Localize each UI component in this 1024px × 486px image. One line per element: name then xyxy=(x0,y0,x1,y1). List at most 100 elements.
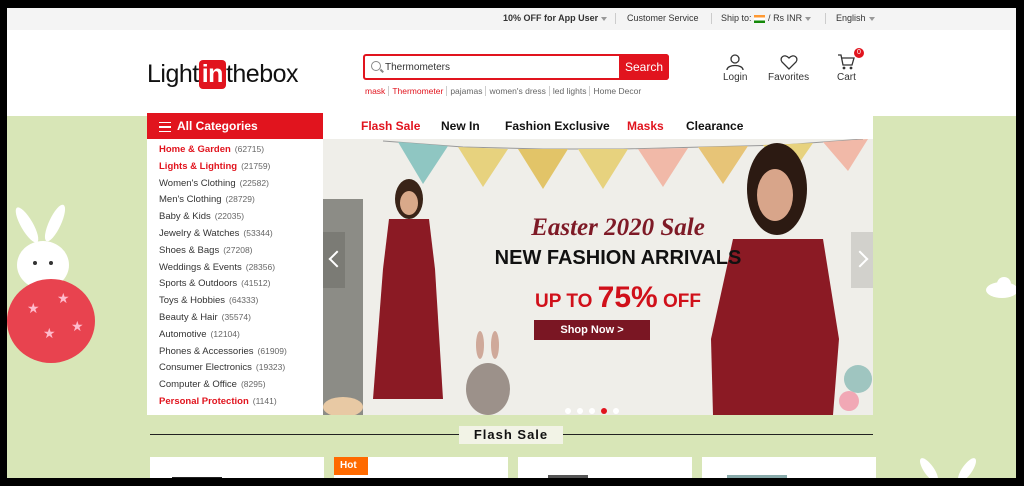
language-label: English xyxy=(836,13,866,23)
customer-service-link[interactable]: Customer Service xyxy=(627,13,699,23)
carousel-dot[interactable] xyxy=(613,408,619,414)
currency-label: Rs INR xyxy=(773,13,803,23)
all-categories-button[interactable]: All Categories xyxy=(147,113,323,139)
product-card[interactable]: Hot xyxy=(334,457,508,478)
logo-text-light: Light xyxy=(147,60,199,88)
divider xyxy=(711,13,712,24)
site-header: Lightinthebox Search maskThermometerpaja… xyxy=(7,30,1016,116)
category-item[interactable]: Phones & Accessories (61909) xyxy=(159,346,287,357)
ship-to-label: Ship to: xyxy=(721,13,752,23)
category-item[interactable]: Toys & Hobbies (64333) xyxy=(159,295,258,306)
product-card[interactable] xyxy=(702,457,876,478)
category-count: (62715) xyxy=(234,144,265,154)
category-count: (22035) xyxy=(214,211,245,222)
nav-flash-sale[interactable]: Flash Sale xyxy=(361,119,420,133)
nav-masks[interactable]: Masks xyxy=(627,119,664,133)
language-selector[interactable]: English xyxy=(836,13,875,23)
hot-search-link[interactable]: Thermometer xyxy=(389,86,448,96)
app-promo-text: 10% OFF for App User xyxy=(503,13,599,23)
category-label: Computer & Office xyxy=(159,379,237,391)
category-item[interactable]: Consumer Electronics (19323) xyxy=(159,362,285,373)
category-label: Women's Clothing xyxy=(159,177,236,189)
app-promo-link[interactable]: 10% OFF for App User xyxy=(503,13,608,23)
category-item[interactable]: Weddings & Events (28356) xyxy=(159,262,275,273)
category-label: Toys & Hobbies xyxy=(159,295,226,307)
product-image xyxy=(172,477,222,478)
heart-icon xyxy=(780,55,798,70)
category-item[interactable]: Lights & Lighting (21759) xyxy=(159,161,270,172)
hot-search-link[interactable]: women's dress xyxy=(486,86,550,96)
hero-banner[interactable]: Easter 2020 Sale NEW FASHION ARRIVALS UP… xyxy=(323,139,873,415)
category-label: Home & Garden xyxy=(159,144,231,155)
carousel-dot[interactable] xyxy=(589,408,595,414)
offer-suffix: OFF xyxy=(662,291,701,312)
carousel-next-arrow[interactable] xyxy=(851,232,873,288)
svg-text:★: ★ xyxy=(57,290,70,306)
product-card[interactable] xyxy=(150,457,324,478)
nav-clearance[interactable]: Clearance xyxy=(686,119,743,133)
category-item[interactable]: Beauty & Hair (35574) xyxy=(159,312,251,323)
login-label: Login xyxy=(723,72,748,83)
search-button[interactable]: Search xyxy=(619,54,669,80)
cart-icon xyxy=(838,54,856,70)
site-logo[interactable]: Light in thebox xyxy=(147,60,299,89)
hot-search-link[interactable]: mask xyxy=(365,86,390,96)
login-button[interactable]: Login xyxy=(723,54,747,83)
category-item[interactable]: Personal Protection (1141) xyxy=(159,396,277,407)
search-input[interactable] xyxy=(385,58,615,76)
category-label: Beauty & Hair xyxy=(159,312,218,323)
category-label: Baby & Kids xyxy=(159,211,211,223)
category-label: Personal Protection xyxy=(159,396,249,407)
category-count: (8295) xyxy=(240,379,266,390)
cart-label: Cart xyxy=(837,72,856,83)
carousel-dot[interactable] xyxy=(565,408,571,414)
category-item[interactable]: Computer & Office (8295) xyxy=(159,379,266,390)
nav-fashion-exclusive[interactable]: Fashion Exclusive xyxy=(505,119,610,133)
nav-new-in[interactable]: New In xyxy=(441,119,480,133)
category-label: Shoes & Bags xyxy=(159,244,220,256)
product-card[interactable] xyxy=(518,457,692,478)
category-label: Automotive xyxy=(159,328,207,340)
favorites-label: Favorites xyxy=(768,72,810,83)
carousel-prev-arrow[interactable] xyxy=(323,232,345,288)
category-label: Men's Clothing xyxy=(159,194,222,206)
cart-button[interactable]: 0 Cart xyxy=(837,48,864,83)
category-count: (28356) xyxy=(245,261,276,272)
carousel-dot[interactable] xyxy=(601,408,607,414)
category-item[interactable]: Automotive (12104) xyxy=(159,329,240,340)
category-item[interactable]: Women's Clothing (22582) xyxy=(159,178,269,189)
bunny-ears-decoration xyxy=(919,458,977,478)
hot-search-link[interactable]: led lights xyxy=(549,86,591,96)
category-item[interactable]: Shoes & Bags (27208) xyxy=(159,245,253,256)
favorites-button[interactable]: Favorites xyxy=(768,54,809,83)
hot-search-words: mask Thermometer pajamas women's dress led l… xyxy=(365,86,644,96)
category-item[interactable]: Men's Clothing (28729) xyxy=(159,194,255,205)
india-flag-icon xyxy=(754,14,766,23)
menu-icon xyxy=(159,122,171,132)
category-item[interactable]: Jewelry & Watches (53344) xyxy=(159,228,273,239)
browser-viewport: 10% OFF for App User Customer Service Sh… xyxy=(7,8,1016,478)
category-sidebar: Home & Garden (62715) Lights & Lighting (21… xyxy=(147,139,323,415)
divider xyxy=(615,13,616,24)
top-utility-bar: 10% OFF for App User Customer Service Sh… xyxy=(7,8,1016,30)
category-label: Jewelry & Watches xyxy=(159,228,240,239)
category-item[interactable]: Sports & Outdoors (41512) xyxy=(159,278,270,289)
shop-now-button[interactable]: Shop Now > xyxy=(534,320,650,340)
category-label: Phones & Accessories xyxy=(159,345,254,357)
svg-text:★: ★ xyxy=(27,300,40,316)
product-image xyxy=(548,475,588,478)
chevron-down-icon xyxy=(868,16,875,21)
ship-to-selector[interactable]: Ship to: / Rs INR xyxy=(721,13,812,23)
category-item[interactable]: Baby & Kids (22035) xyxy=(159,211,244,222)
offer-prefix: UP TO xyxy=(535,291,593,312)
category-count: (1141) xyxy=(252,396,277,406)
category-count: (22582) xyxy=(239,177,269,188)
category-label: Lights & Lighting xyxy=(159,160,238,172)
hot-search-link[interactable]: Home Decor xyxy=(590,86,644,96)
hot-search-link[interactable]: pajamas xyxy=(447,86,487,96)
category-item[interactable]: Home & Garden (62715) xyxy=(159,144,264,155)
banner-subtitle: NEW FASHION ARRIVALS xyxy=(494,247,742,269)
carousel-dot[interactable] xyxy=(577,408,583,414)
flash-sale-heading: Flash Sale xyxy=(459,426,563,444)
category-count: (27208) xyxy=(223,244,253,255)
